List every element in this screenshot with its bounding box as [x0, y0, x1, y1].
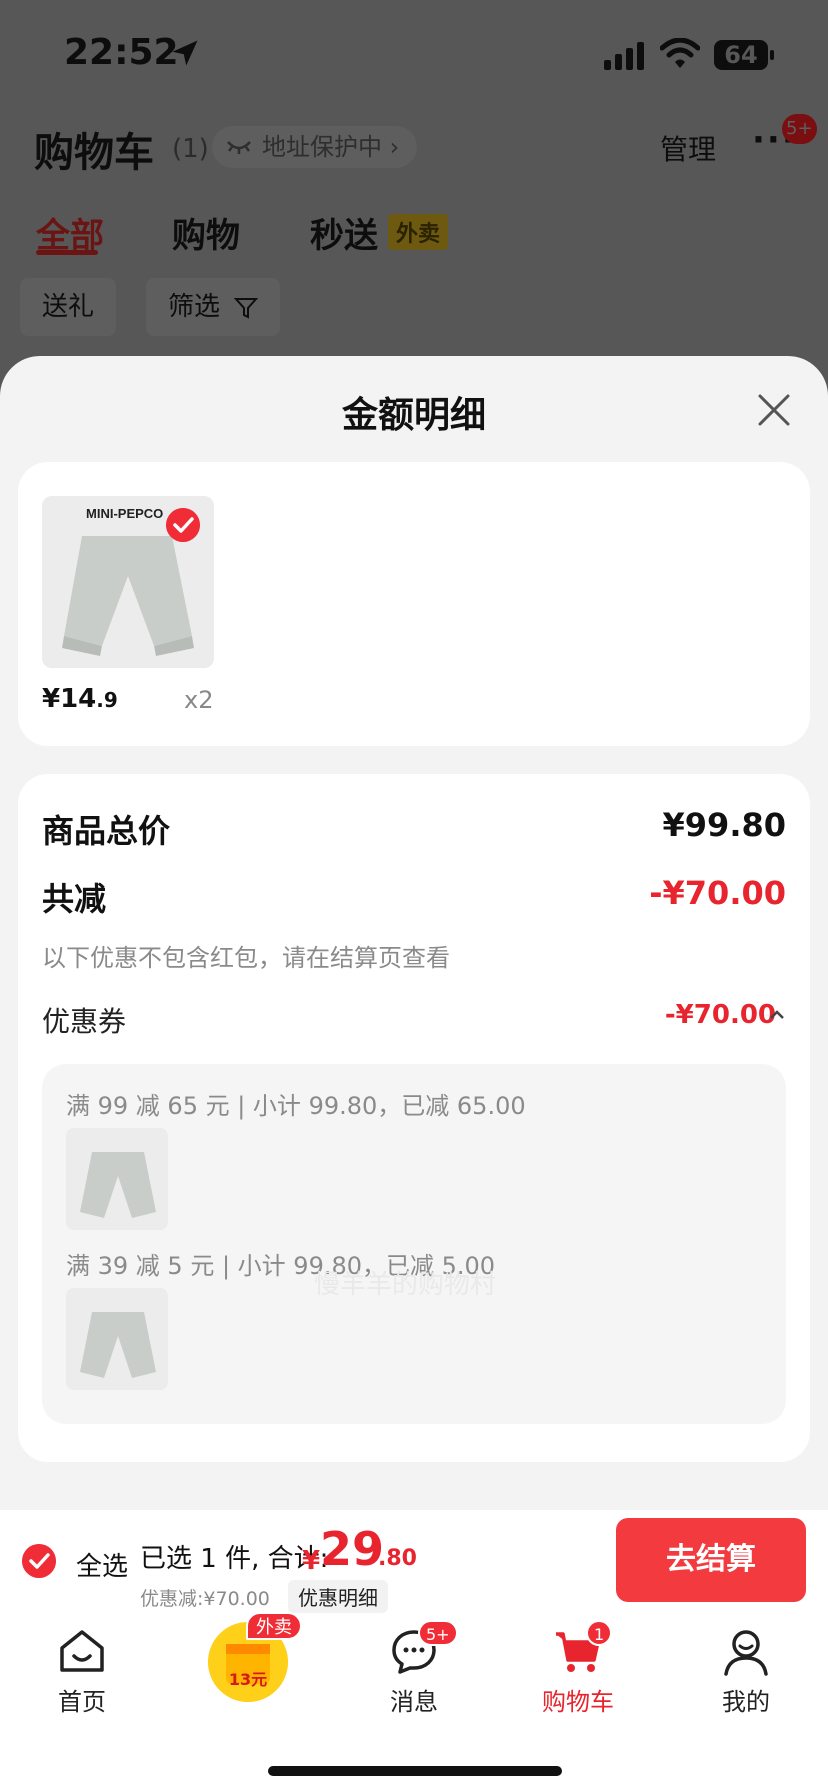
selected-products-card: MINI-PEPCO ¥14.9 x2: [18, 462, 810, 746]
messages-badge: 5+: [418, 1620, 458, 1646]
gift-filter-label: 送礼: [42, 292, 95, 322]
coupon-product-thumb-2: [66, 1288, 168, 1390]
filter-label: 筛选: [168, 292, 221, 322]
cellular-signal-icon: [604, 42, 644, 70]
select-all-label[interactable]: 全选: [76, 1546, 128, 1583]
product-price-int: ¥14: [42, 684, 97, 714]
total-amount-dec: .80: [378, 1546, 417, 1571]
coupon-value[interactable]: -¥70.00: [665, 1000, 776, 1030]
tab-me[interactable]: 我的: [686, 1626, 806, 1717]
tab-home[interactable]: 首页: [22, 1626, 142, 1717]
checkout-bar: 全选 已选 1 件, 合计: ¥ 29 .80 优惠减:¥70.00 优惠明细 …: [0, 1510, 828, 1614]
select-all-check-icon[interactable]: [22, 1544, 56, 1578]
product-quantity: x2: [184, 686, 214, 714]
product-price: ¥14.9: [42, 684, 118, 714]
total-price-value: ¥99.80: [662, 806, 786, 844]
cart-count: (1): [172, 134, 209, 164]
product-price-dec: .9: [96, 688, 118, 712]
coupon-detail-box: 满 99 减 65 元 | 小计 99.80，已减 65.00 满 39 减 5…: [42, 1064, 786, 1424]
gift-filter-chip[interactable]: 送礼: [20, 278, 117, 336]
discount-line: 优惠减:¥70.00: [140, 1588, 270, 1610]
promo-amount: 13元: [228, 1670, 268, 1689]
battery-indicator: 64: [714, 40, 774, 70]
filter-chip[interactable]: 筛选: [146, 278, 281, 336]
discount-detail-button[interactable]: 优惠明细: [288, 1580, 388, 1613]
promo-takeout-tag: 外卖: [246, 1612, 302, 1640]
total-currency: ¥: [302, 1546, 321, 1576]
location-arrow-icon: [172, 40, 198, 66]
close-icon[interactable]: [752, 388, 796, 432]
chevron-right-icon: ›: [389, 133, 400, 161]
tab-me-label: 我的: [722, 1688, 770, 1716]
coupon-rule-1: 满 99 减 65 元 | 小计 99.80，已减 65.00: [66, 1092, 526, 1120]
pants-thumb-icon: [66, 1288, 168, 1390]
home-indicator[interactable]: [268, 1766, 562, 1776]
funnel-icon: [234, 297, 259, 319]
tab-cart-label: 购物车: [542, 1688, 614, 1716]
coupon-label: 优惠券: [42, 1005, 127, 1038]
reduce-note: 以下优惠不包含红包，请在结算页查看: [42, 944, 450, 972]
checked-icon[interactable]: [166, 508, 200, 542]
status-time: 22:52: [64, 32, 179, 73]
checkout-button[interactable]: 去结算: [616, 1518, 806, 1602]
total-reduce-label: 共减: [42, 880, 107, 918]
wifi-icon: [660, 38, 700, 68]
brand-text: MINI-PEPCO: [86, 506, 163, 521]
tab-messages[interactable]: 消息 5+: [354, 1620, 474, 1717]
tab-cart[interactable]: 购物车 1: [518, 1620, 638, 1717]
bottom-tab-bar: 首页 外卖 13元 消息 5+ 购物车 1 我的: [0, 1612, 828, 1792]
cart-page-background: 22:52 64 购物车 (1) 地址保护中 › 管理 ··· 5+ 全部 购物…: [0, 0, 828, 380]
manage-button[interactable]: 管理: [660, 128, 716, 168]
total-reduce-value: -¥70.00: [649, 874, 786, 912]
pants-thumb-icon: [66, 1128, 168, 1230]
status-bar: 22:52 64: [0, 0, 828, 110]
user-icon: [724, 1630, 768, 1676]
address-protect-pill[interactable]: 地址保护中 ›: [212, 126, 418, 168]
home-icon: [60, 1630, 104, 1672]
more-badge: 5+: [782, 114, 817, 144]
total-price-label: 商品总价: [42, 812, 171, 850]
active-tab-underline: [36, 250, 98, 255]
chevron-up-icon[interactable]: [768, 1006, 786, 1024]
tab-shopping[interactable]: 购物: [172, 208, 240, 257]
price-breakdown-card: 商品总价 ¥99.80 共减 -¥70.00 以下优惠不包含红包，请在结算页查看…: [18, 774, 810, 1462]
tab-messages-label: 消息: [390, 1688, 438, 1716]
tab-instant-delivery[interactable]: 秒送: [310, 208, 378, 257]
closed-eye-icon: [227, 141, 251, 154]
cart-badge: 1: [586, 1620, 613, 1646]
takeout-tag: 外卖: [388, 214, 449, 250]
total-amount-int: 29: [320, 1522, 385, 1576]
coupon-product-thumb-1: [66, 1128, 168, 1230]
watermark: 慢羊羊的购物村: [314, 1270, 497, 1300]
cart-title: 购物车: [34, 130, 154, 176]
address-protect-label: 地址保护中: [262, 133, 382, 161]
selection-summary: 已选 1 件, 合计:: [140, 1544, 329, 1574]
sheet-title: 金额明细: [341, 395, 486, 436]
tab-home-label: 首页: [58, 1688, 106, 1716]
